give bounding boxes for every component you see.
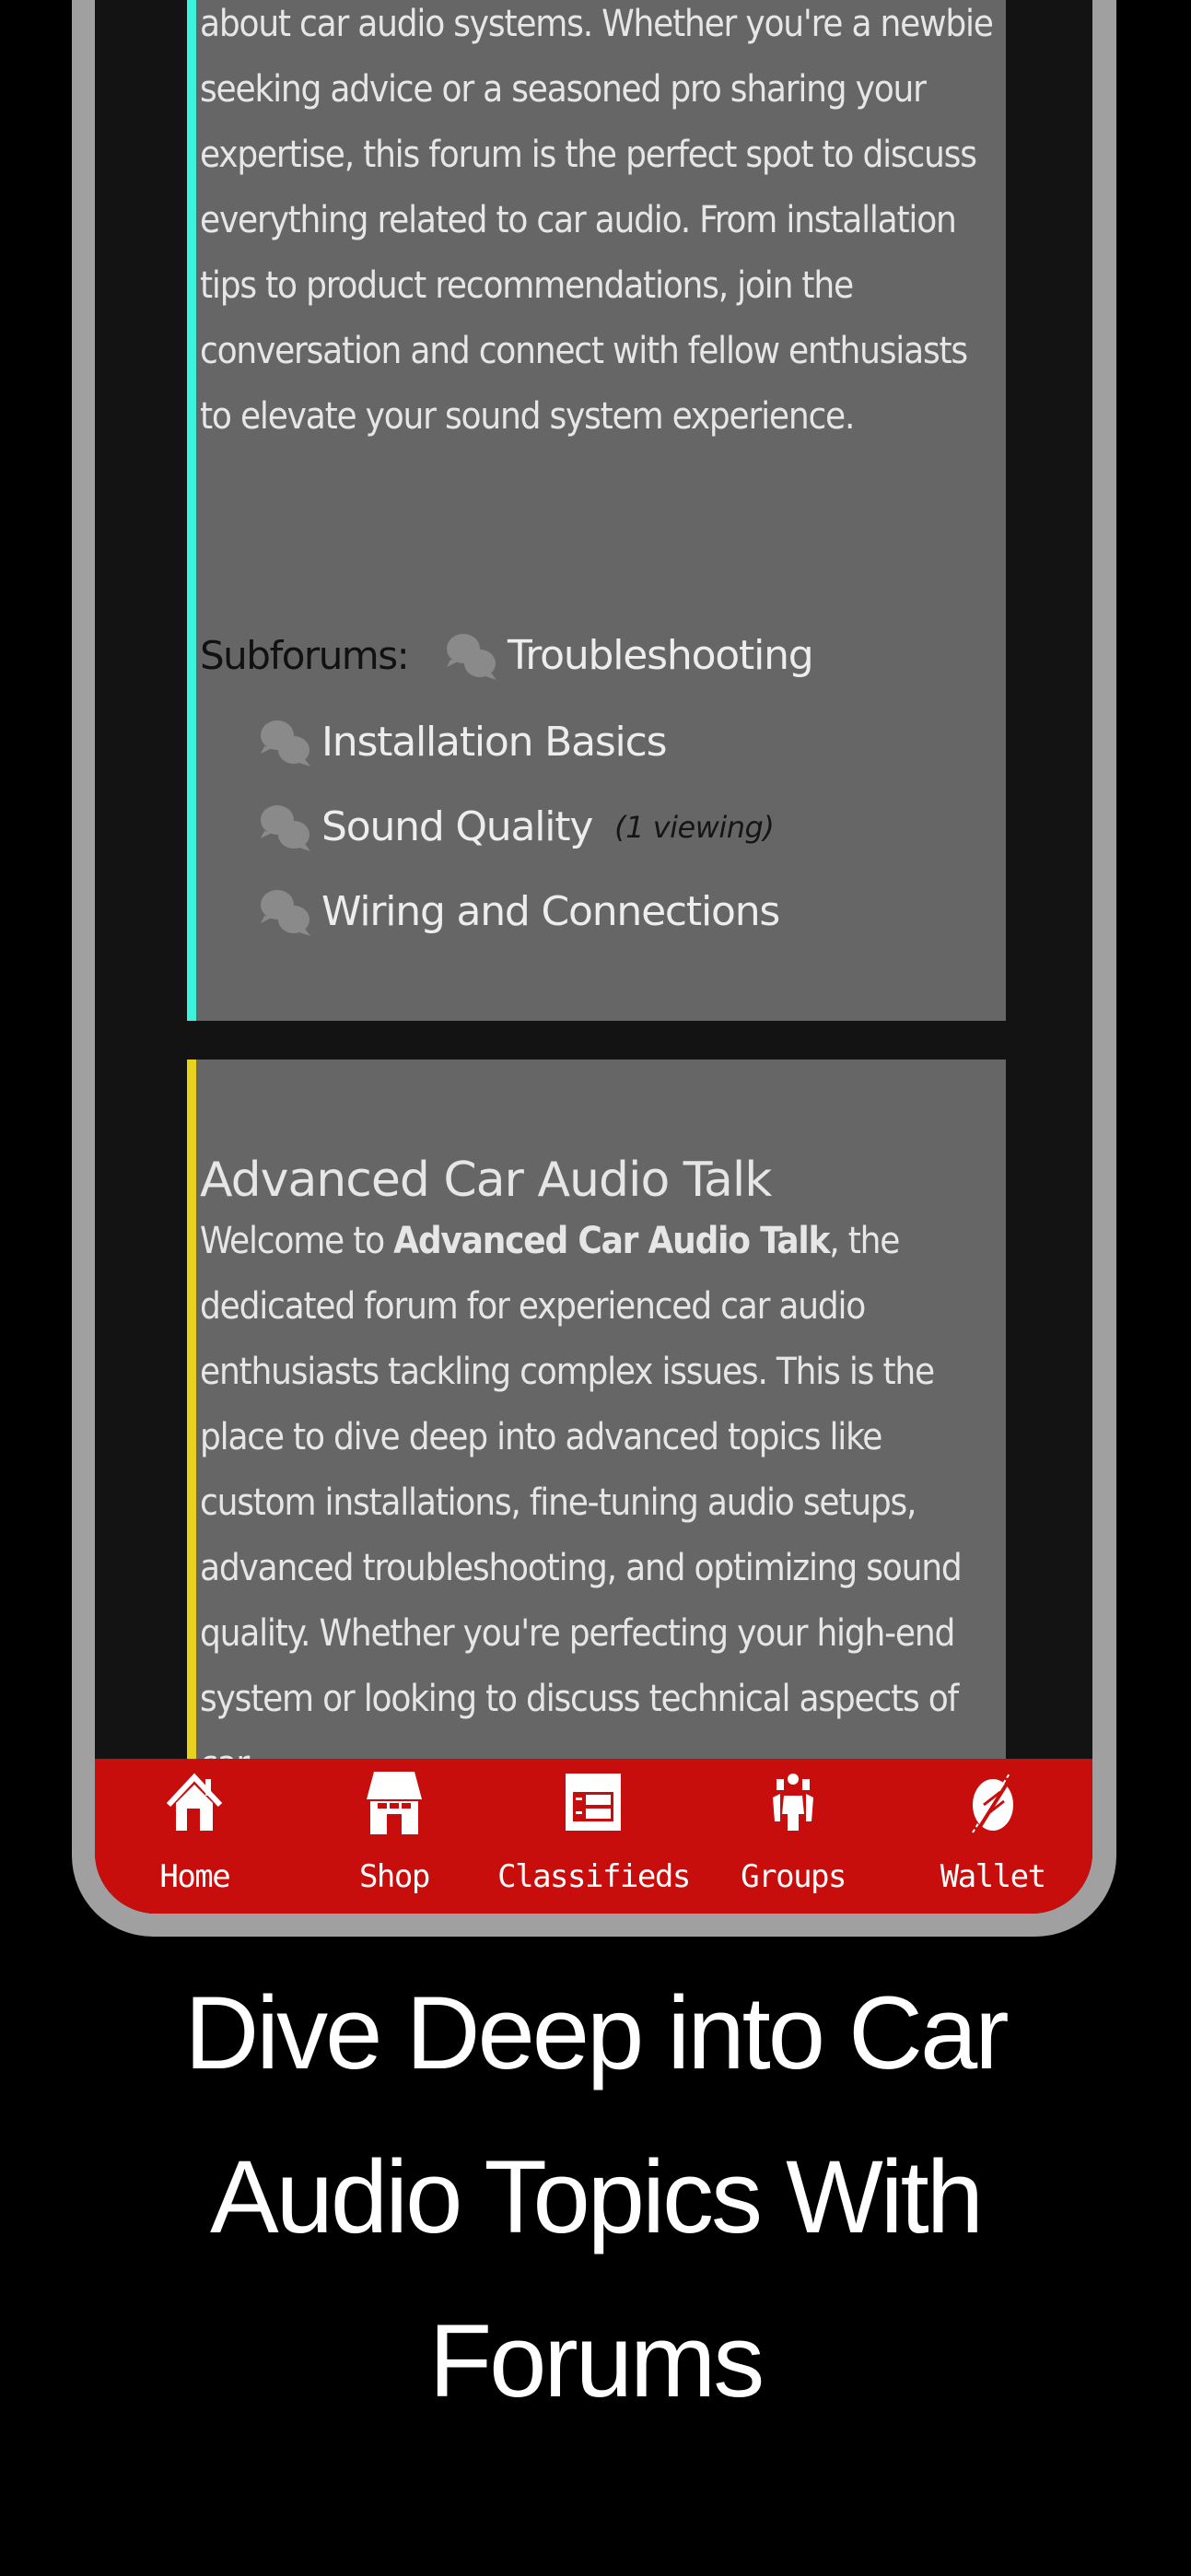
nav-item-classifieds[interactable]: Classifieds: [494, 1759, 694, 1914]
subforum-link[interactable]: Wiring and Connections: [257, 879, 780, 945]
subforum-name: Troubleshooting: [508, 632, 814, 679]
nav-label: Wallet: [940, 1858, 1046, 1895]
subforum-link[interactable]: Sound Quality (1 viewing): [257, 794, 775, 861]
nav-label: Shop: [358, 1858, 430, 1895]
subforums-label: Subforums:: [200, 633, 410, 678]
headline-line: Forums: [428, 2303, 765, 2418]
subforum-name: Installation Basics: [321, 719, 667, 766]
nav-item-groups[interactable]: Groups: [694, 1759, 893, 1914]
forum-title[interactable]: Advanced Car Audio Talk: [200, 1148, 772, 1212]
forum-card[interactable]: about car audio systems. Whether you're …: [187, 0, 1006, 1021]
nav-label: Home: [159, 1858, 230, 1895]
forum-description: about car audio systems. Whether you're …: [200, 3, 994, 438]
headline-line: Dive Deep into Car: [184, 1975, 1009, 2090]
nav-item-wallet[interactable]: Wallet: [893, 1759, 1092, 1914]
forum-accent-bar: [187, 0, 196, 1021]
subforum-name: Wiring and Connections: [321, 888, 780, 935]
description-rest: , the dedicated forum for experienced ca…: [200, 1220, 963, 1786]
home-icon: [167, 1773, 223, 1831]
nav-label: Groups: [741, 1858, 847, 1895]
subforum-link[interactable]: Troubleshooting: [443, 623, 814, 689]
forum-description: Welcome to Advanced Car Audio Talk, the …: [200, 1209, 1001, 1797]
promo-headline: Dive Deep into Car Audio Topics With For…: [0, 1951, 1191, 2443]
description-bold-title: Advanced Car Audio Talk: [393, 1220, 830, 1262]
headline-line: Audio Topics With: [209, 2139, 984, 2254]
shop-icon: [366, 1772, 422, 1834]
groups-icon: [773, 1774, 814, 1831]
bottom-nav: Home Shop Classifieds Groups Wallet: [95, 1759, 1092, 1914]
comments-icon: [261, 890, 310, 936]
subforums-list: Subforums: Troubleshooting Installation …: [200, 623, 1001, 973]
wallet-icon: [971, 1772, 1015, 1834]
comments-icon: [447, 634, 496, 680]
classifieds-icon: [566, 1774, 622, 1831]
nav-item-shop[interactable]: Shop: [295, 1759, 495, 1914]
comments-icon: [261, 805, 310, 851]
subforum-link[interactable]: Installation Basics: [257, 709, 667, 776]
description-prefix: Welcome to: [200, 1220, 394, 1262]
viewing-count: (1 viewing): [614, 810, 775, 845]
nav-label: Classifieds: [497, 1858, 691, 1895]
nav-item-home[interactable]: Home: [95, 1759, 295, 1914]
comments-icon: [261, 720, 310, 767]
phone-screen: about car audio systems. Whether you're …: [95, 0, 1092, 1914]
subforum-name: Sound Quality: [321, 803, 593, 850]
